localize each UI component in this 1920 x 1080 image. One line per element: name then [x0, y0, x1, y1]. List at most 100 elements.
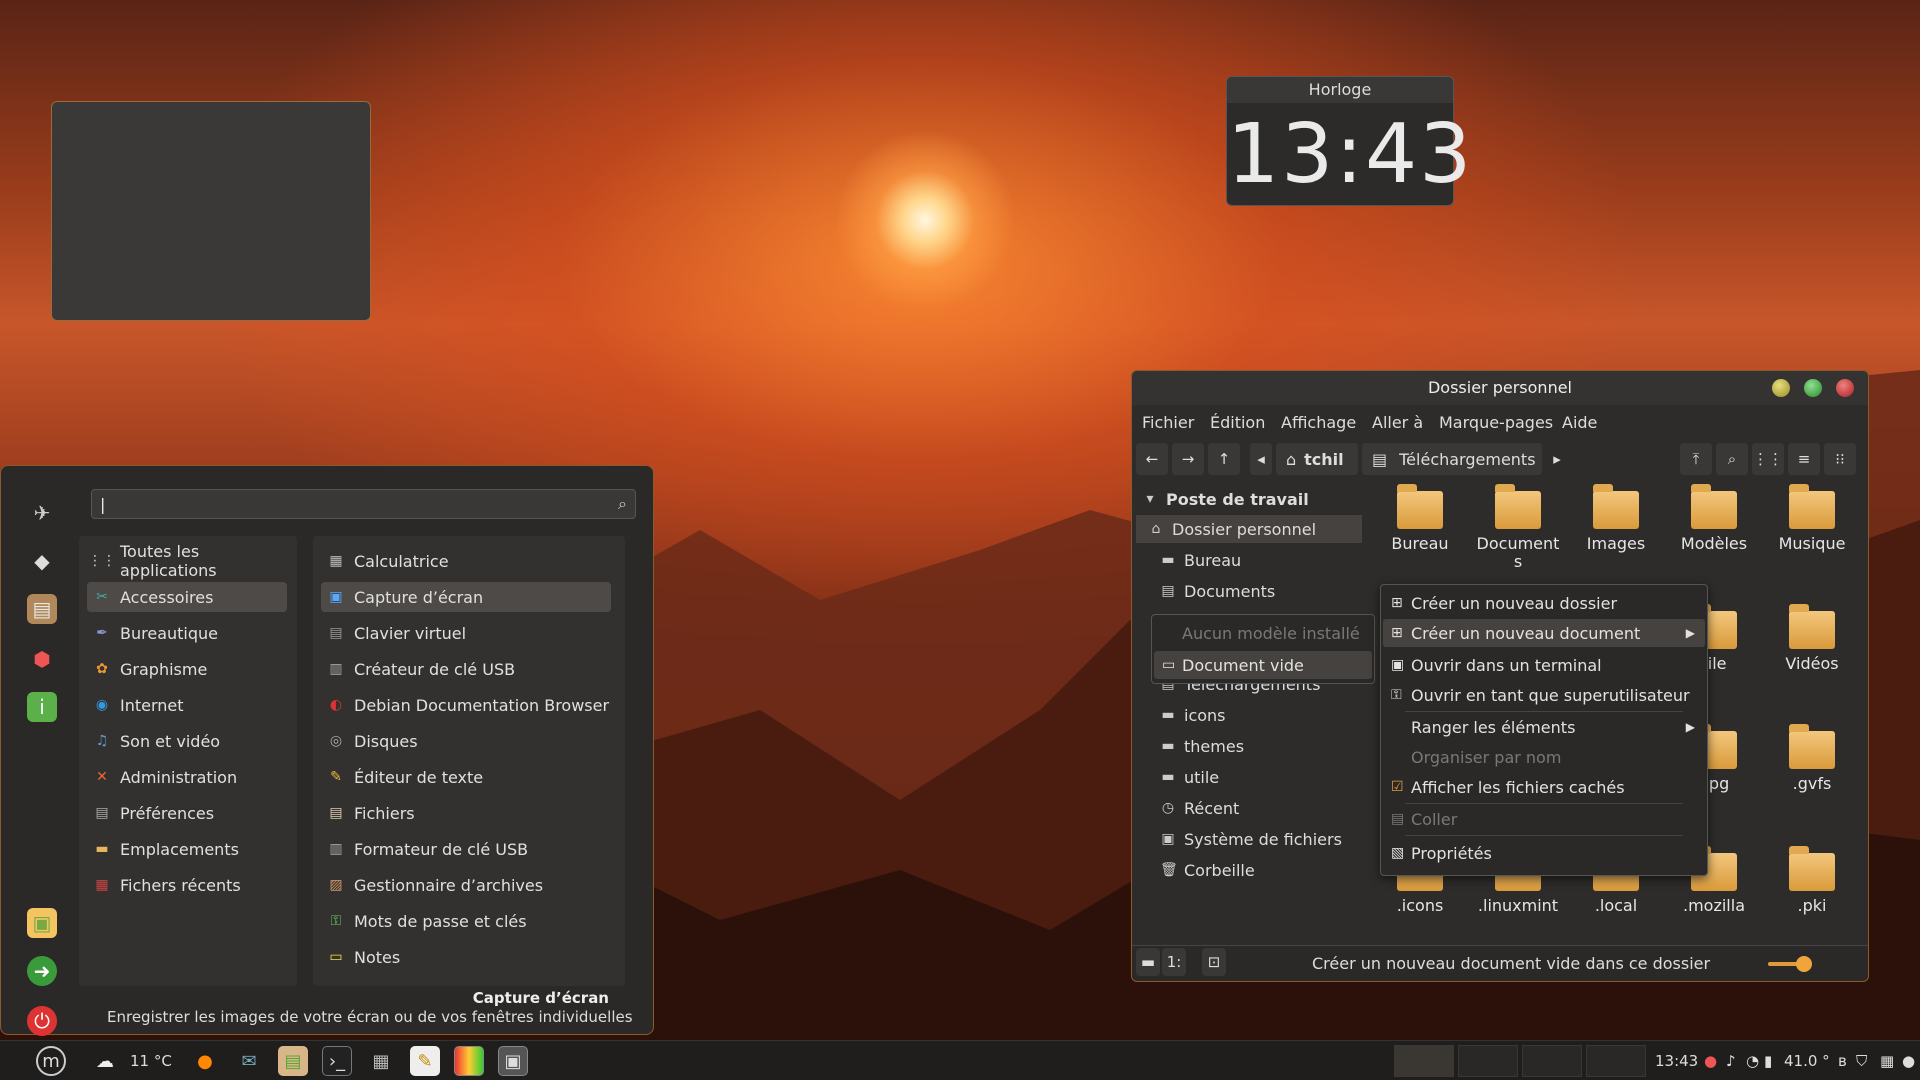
- package-icon[interactable]: ▤: [27, 594, 57, 624]
- sidebar-item-bureau[interactable]: ▬ Bureau: [1160, 546, 1241, 574]
- sidebar-item-icons[interactable]: ▬ icons: [1160, 701, 1225, 729]
- app-clavier-virtuel[interactable]: ▤ Clavier virtuel: [321, 618, 611, 648]
- app-mots-de-passe-et-cles[interactable]: ⚿ Mots de passe et clés: [321, 906, 611, 936]
- user-icon[interactable]: ●: [1902, 1052, 1915, 1070]
- menu-item-open-terminal[interactable]: ▣ Ouvrir dans un terminal: [1383, 651, 1705, 679]
- workspace-3[interactable]: [1522, 1045, 1582, 1077]
- lock-icon[interactable]: ▣: [27, 908, 57, 938]
- app-disques[interactable]: ◎ Disques: [321, 726, 611, 756]
- category-graphisme[interactable]: ✿ Graphisme: [87, 654, 287, 684]
- menu-aide[interactable]: Aide: [1562, 413, 1597, 432]
- menu-edition[interactable]: Édition: [1210, 413, 1265, 432]
- calendar-icon[interactable]: ▦: [1880, 1052, 1894, 1070]
- file-item-images[interactable]: Images: [1568, 484, 1664, 553]
- breadcrumb-left-icon[interactable]: ◂: [1250, 443, 1272, 475]
- volume-icon[interactable]: ♪: [1726, 1052, 1736, 1070]
- places-toggle-icon[interactable]: ▬: [1136, 948, 1160, 976]
- toggle-location-icon[interactable]: ⤒: [1680, 443, 1712, 475]
- app-calculatrice[interactable]: ▦ Calculatrice: [321, 546, 611, 576]
- zoom-slider-handle[interactable]: [1796, 956, 1812, 972]
- info-icon[interactable]: i: [27, 692, 57, 722]
- sidebar-item-dossier-personnel[interactable]: ⌂ Dossier personnel: [1136, 515, 1362, 543]
- mint-menu-icon[interactable]: m: [36, 1046, 66, 1076]
- category-emplacements[interactable]: ▬ Emplacements: [87, 834, 287, 864]
- app-fichiers[interactable]: ▤ Fichiers: [321, 798, 611, 828]
- location-icon[interactable]: ●: [1704, 1052, 1717, 1070]
- file-item-modeles[interactable]: Modèles: [1666, 484, 1762, 553]
- menu-item-properties[interactable]: ▧ Propriétés: [1383, 839, 1705, 867]
- tree-toggle-icon[interactable]: 1:: [1162, 948, 1186, 976]
- file-item-videos[interactable]: Vidéos: [1764, 604, 1860, 673]
- category-accessoires[interactable]: ✂ Accessoires: [87, 582, 287, 612]
- icon-view-icon[interactable]: ⋮⋮: [1752, 443, 1784, 475]
- category-fichers-recents[interactable]: ▦ Fichers récents: [87, 870, 287, 900]
- category-bureautique[interactable]: ✒ Bureautique: [87, 618, 287, 648]
- battery-icon[interactable]: ▮: [1764, 1052, 1772, 1070]
- bluetooth-icon[interactable]: ʙ: [1838, 1052, 1847, 1070]
- network-icon[interactable]: ◔: [1746, 1052, 1759, 1070]
- category-preferences[interactable]: ▤ Préférences: [87, 798, 287, 828]
- logout-icon[interactable]: ➜: [27, 956, 57, 986]
- file-item-gvfs[interactable]: .gvfs: [1764, 724, 1860, 793]
- close-button[interactable]: [1836, 379, 1854, 397]
- category-toutes-les-applications[interactable]: ⋮⋮ Toutes les applications: [87, 542, 287, 580]
- menu-fichier[interactable]: Fichier: [1142, 413, 1194, 432]
- firefox-icon[interactable]: ●: [190, 1046, 220, 1076]
- app-createur-de-cle-usb[interactable]: ▥ Créateur de clé USB: [321, 654, 611, 684]
- sidebar-item-themes[interactable]: ▬ themes: [1160, 732, 1244, 760]
- forward-icon[interactable]: →: [1172, 443, 1204, 475]
- compact-view-icon[interactable]: ⁝⁝: [1824, 443, 1856, 475]
- bird-icon[interactable]: ✈: [27, 498, 57, 528]
- software-icon[interactable]: ⬢: [27, 644, 57, 674]
- sidebar-item-corbeille[interactable]: 🗑 Corbeille: [1160, 856, 1255, 884]
- menu-item-open-as-root[interactable]: ⚿ Ouvrir en tant que superutilisateur: [1383, 681, 1705, 709]
- screenshot-icon[interactable]: ▣: [498, 1046, 528, 1076]
- text-editor-icon[interactable]: ✎: [410, 1046, 440, 1076]
- category-son-et-video[interactable]: ♫ Son et vidéo: [87, 726, 287, 756]
- app-formateur-de-cle-usb[interactable]: ▥ Formateur de clé USB: [321, 834, 611, 864]
- terminal-icon[interactable]: ›_: [322, 1046, 352, 1076]
- calculator-icon[interactable]: ▦: [366, 1046, 396, 1076]
- file-item-document-s[interactable]: Document s: [1470, 484, 1566, 571]
- app-notes[interactable]: ▭ Notes: [321, 942, 611, 972]
- thunderbird-icon[interactable]: ✉: [234, 1046, 264, 1076]
- menu-item-new-document[interactable]: ⊞ Créer un nouveau document ▶: [1383, 619, 1705, 647]
- menu-item-show-hidden[interactable]: ☑ Afficher les fichiers cachés: [1383, 773, 1705, 801]
- sidebar-item-documents[interactable]: ▤ Documents: [1160, 577, 1275, 605]
- menu-affichage[interactable]: Affichage: [1281, 413, 1356, 432]
- file-item-bureau[interactable]: Bureau: [1372, 484, 1468, 553]
- system-monitor-icon[interactable]: [454, 1046, 484, 1076]
- shield-icon[interactable]: ⛉: [1856, 1052, 1867, 1070]
- weather-icon[interactable]: ☁: [90, 1046, 120, 1076]
- sidebar-close-icon[interactable]: ⊡: [1202, 948, 1226, 976]
- app-capture-d-ecran[interactable]: ▣ Capture d’écran: [321, 582, 611, 612]
- workspace-4[interactable]: [1586, 1045, 1646, 1077]
- app-editeur-de-texte[interactable]: ✎ Éditeur de texte: [321, 762, 611, 792]
- minimize-button[interactable]: [1772, 379, 1790, 397]
- power-icon[interactable]: ⏻: [27, 1006, 57, 1036]
- breadcrumb-right-icon[interactable]: ▸: [1546, 443, 1568, 475]
- breadcrumb-home[interactable]: ⌂ tchil: [1276, 443, 1358, 475]
- file-manager-icon[interactable]: ▤: [278, 1046, 308, 1076]
- file-item-musique[interactable]: Musique: [1764, 484, 1860, 553]
- sidebar-item-recent[interactable]: ◷ Récent: [1160, 794, 1239, 822]
- menu-marque-pages[interactable]: Marque-pages: [1439, 413, 1553, 432]
- breadcrumb-downloads[interactable]: ▤ Téléchargements: [1362, 443, 1542, 475]
- sidebar-header[interactable]: ▾ Poste de travail: [1142, 485, 1308, 513]
- menu-item-new-folder[interactable]: ⊞ Créer un nouveau dossier: [1383, 589, 1705, 617]
- menu-search-input[interactable]: | ⌕: [91, 489, 636, 519]
- inkscape-icon[interactable]: ◆: [27, 546, 57, 576]
- sidebar-item-systeme-de-fichiers[interactable]: ▣ Système de fichiers: [1160, 825, 1342, 853]
- menu-item-arrange[interactable]: Ranger les éléments ▶: [1383, 713, 1705, 741]
- up-icon[interactable]: ↑: [1208, 443, 1240, 475]
- back-icon[interactable]: ←: [1136, 443, 1168, 475]
- maximize-button[interactable]: [1804, 379, 1822, 397]
- category-internet[interactable]: ◉ Internet: [87, 690, 287, 720]
- workspace-1[interactable]: [1394, 1045, 1454, 1077]
- menu-aller-a[interactable]: Aller à: [1372, 413, 1423, 432]
- menu-item-empty-document[interactable]: ▭ Document vide: [1154, 651, 1372, 679]
- workspace-2[interactable]: [1458, 1045, 1518, 1077]
- list-view-icon[interactable]: ≡: [1788, 443, 1820, 475]
- app-gestionnaire-d-archives[interactable]: ▨ Gestionnaire d’archives: [321, 870, 611, 900]
- app-debian-documentation-browser[interactable]: ◐ Debian Documentation Browser: [321, 690, 611, 720]
